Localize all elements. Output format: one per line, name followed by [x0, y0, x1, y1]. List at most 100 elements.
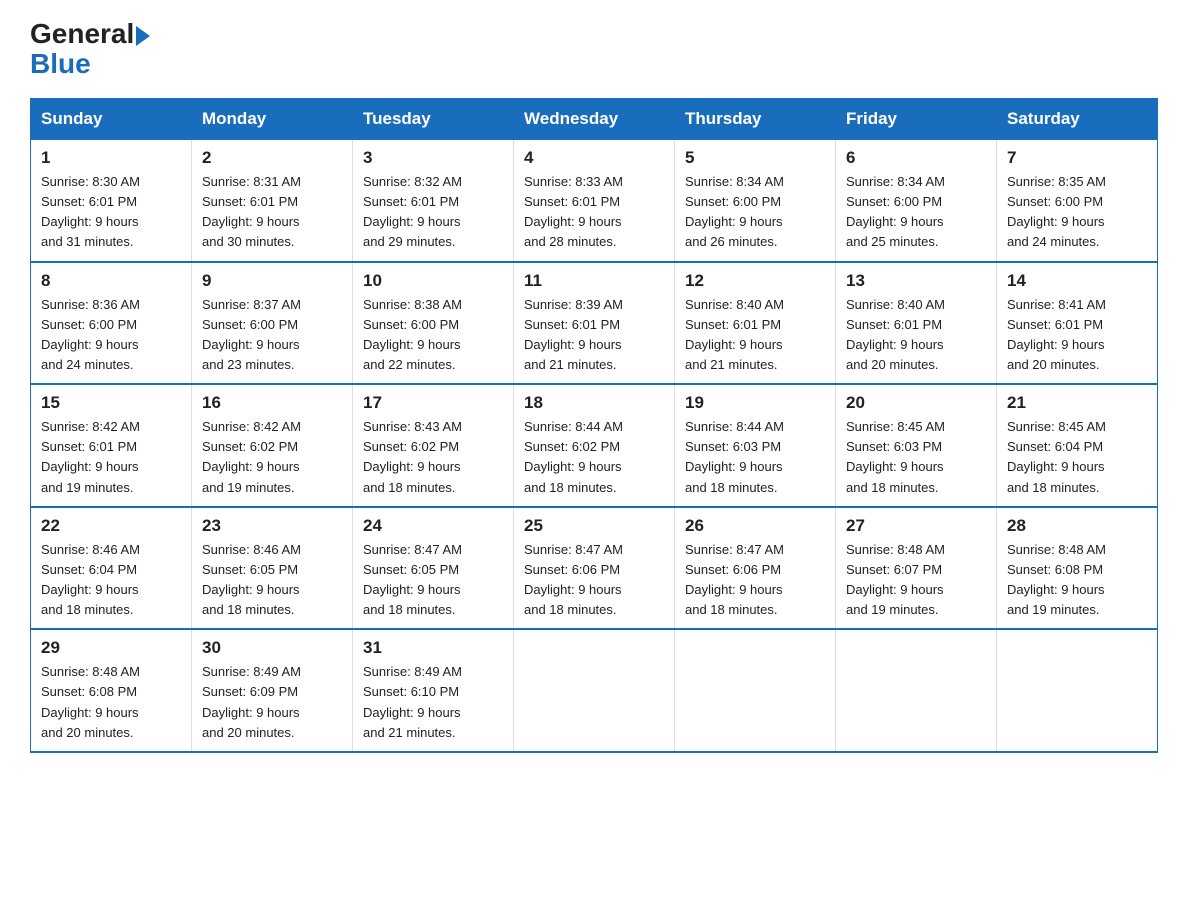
day-info: Sunrise: 8:45 AMSunset: 6:03 PMDaylight:…	[846, 417, 986, 498]
day-info: Sunrise: 8:44 AMSunset: 6:03 PMDaylight:…	[685, 417, 825, 498]
day-number: 23	[202, 516, 342, 536]
week-row-5: 29 Sunrise: 8:48 AMSunset: 6:08 PMDayligh…	[31, 629, 1158, 752]
day-cell: 22 Sunrise: 8:46 AMSunset: 6:04 PMDayligh…	[31, 507, 192, 630]
day-cell: 27 Sunrise: 8:48 AMSunset: 6:07 PMDayligh…	[836, 507, 997, 630]
day-number: 15	[41, 393, 181, 413]
day-info: Sunrise: 8:40 AMSunset: 6:01 PMDaylight:…	[685, 295, 825, 376]
day-cell: 15Sunrise: 8:42 AMSunset: 6:01 PMDayligh…	[31, 384, 192, 507]
day-number: 3	[363, 148, 503, 168]
day-info: Sunrise: 8:32 AMSunset: 6:01 PMDaylight:…	[363, 172, 503, 253]
day-info: Sunrise: 8:38 AMSunset: 6:00 PMDaylight:…	[363, 295, 503, 376]
day-number: 14	[1007, 271, 1147, 291]
day-number: 17	[363, 393, 503, 413]
day-number: 7	[1007, 148, 1147, 168]
day-cell: 16 Sunrise: 8:42 AMSunset: 6:02 PMDayligh…	[192, 384, 353, 507]
day-number: 26	[685, 516, 825, 536]
day-cell: 10Sunrise: 8:38 AMSunset: 6:00 PMDayligh…	[353, 262, 514, 385]
logo-blue: Blue	[30, 50, 91, 78]
logo-general: General	[30, 20, 150, 48]
day-info: Sunrise: 8:36 AMSunset: 6:00 PMDaylight:…	[41, 295, 181, 376]
day-info: Sunrise: 8:44 AMSunset: 6:02 PMDaylight:…	[524, 417, 664, 498]
day-info: Sunrise: 8:40 AMSunset: 6:01 PMDaylight:…	[846, 295, 986, 376]
day-number: 30	[202, 638, 342, 658]
day-cell: 18Sunrise: 8:44 AMSunset: 6:02 PMDayligh…	[514, 384, 675, 507]
day-cell: 26 Sunrise: 8:47 AMSunset: 6:06 PMDayligh…	[675, 507, 836, 630]
day-cell: 24 Sunrise: 8:47 AMSunset: 6:05 PMDayligh…	[353, 507, 514, 630]
day-number: 25	[524, 516, 664, 536]
page-header: General Blue	[30, 20, 1158, 78]
day-number: 1	[41, 148, 181, 168]
day-cell	[836, 629, 997, 752]
calendar-table: SundayMondayTuesdayWednesdayThursdayFrid…	[30, 98, 1158, 753]
day-cell: 21Sunrise: 8:45 AMSunset: 6:04 PMDayligh…	[997, 384, 1158, 507]
day-cell	[675, 629, 836, 752]
day-info: Sunrise: 8:30 AMSunset: 6:01 PMDaylight:…	[41, 172, 181, 253]
day-info: Sunrise: 8:48 AMSunset: 6:08 PMDaylight:…	[41, 662, 181, 743]
day-number: 20	[846, 393, 986, 413]
day-info: Sunrise: 8:41 AMSunset: 6:01 PMDaylight:…	[1007, 295, 1147, 376]
day-number: 12	[685, 271, 825, 291]
day-info: Sunrise: 8:47 AMSunset: 6:06 PMDaylight:…	[524, 540, 664, 621]
day-cell: 23 Sunrise: 8:46 AMSunset: 6:05 PMDayligh…	[192, 507, 353, 630]
day-number: 16	[202, 393, 342, 413]
day-cell: 3 Sunrise: 8:32 AMSunset: 6:01 PMDaylight…	[353, 140, 514, 262]
day-info: Sunrise: 8:33 AMSunset: 6:01 PMDaylight:…	[524, 172, 664, 253]
col-header-thursday: Thursday	[675, 99, 836, 140]
week-row-2: 8 Sunrise: 8:36 AMSunset: 6:00 PMDaylight…	[31, 262, 1158, 385]
day-number: 8	[41, 271, 181, 291]
day-cell: 25 Sunrise: 8:47 AMSunset: 6:06 PMDayligh…	[514, 507, 675, 630]
day-cell: 13 Sunrise: 8:40 AMSunset: 6:01 PMDayligh…	[836, 262, 997, 385]
day-info: Sunrise: 8:46 AMSunset: 6:05 PMDaylight:…	[202, 540, 342, 621]
day-number: 27	[846, 516, 986, 536]
day-info: Sunrise: 8:49 AMSunset: 6:10 PMDaylight:…	[363, 662, 503, 743]
day-cell: 14 Sunrise: 8:41 AMSunset: 6:01 PMDayligh…	[997, 262, 1158, 385]
day-info: Sunrise: 8:42 AMSunset: 6:02 PMDaylight:…	[202, 417, 342, 498]
day-cell: 19 Sunrise: 8:44 AMSunset: 6:03 PMDayligh…	[675, 384, 836, 507]
day-cell: 28Sunrise: 8:48 AMSunset: 6:08 PMDayligh…	[997, 507, 1158, 630]
calendar-header-row: SundayMondayTuesdayWednesdayThursdayFrid…	[31, 99, 1158, 140]
day-cell	[997, 629, 1158, 752]
day-number: 22	[41, 516, 181, 536]
day-number: 31	[363, 638, 503, 658]
day-number: 24	[363, 516, 503, 536]
day-info: Sunrise: 8:47 AMSunset: 6:05 PMDaylight:…	[363, 540, 503, 621]
day-number: 13	[846, 271, 986, 291]
col-header-tuesday: Tuesday	[353, 99, 514, 140]
day-cell: 29 Sunrise: 8:48 AMSunset: 6:08 PMDayligh…	[31, 629, 192, 752]
week-row-3: 15Sunrise: 8:42 AMSunset: 6:01 PMDayligh…	[31, 384, 1158, 507]
day-number: 19	[685, 393, 825, 413]
day-info: Sunrise: 8:37 AMSunset: 6:00 PMDaylight:…	[202, 295, 342, 376]
day-cell: 4 Sunrise: 8:33 AMSunset: 6:01 PMDaylight…	[514, 140, 675, 262]
day-number: 6	[846, 148, 986, 168]
day-info: Sunrise: 8:45 AMSunset: 6:04 PMDaylight:…	[1007, 417, 1147, 498]
day-info: Sunrise: 8:39 AMSunset: 6:01 PMDaylight:…	[524, 295, 664, 376]
day-cell	[514, 629, 675, 752]
day-info: Sunrise: 8:43 AMSunset: 6:02 PMDaylight:…	[363, 417, 503, 498]
week-row-1: 1 Sunrise: 8:30 AMSunset: 6:01 PMDaylight…	[31, 140, 1158, 262]
col-header-wednesday: Wednesday	[514, 99, 675, 140]
day-info: Sunrise: 8:34 AMSunset: 6:00 PMDaylight:…	[846, 172, 986, 253]
day-number: 4	[524, 148, 664, 168]
day-cell: 17 Sunrise: 8:43 AMSunset: 6:02 PMDayligh…	[353, 384, 514, 507]
day-cell: 31 Sunrise: 8:49 AMSunset: 6:10 PMDayligh…	[353, 629, 514, 752]
day-cell: 5 Sunrise: 8:34 AMSunset: 6:00 PMDaylight…	[675, 140, 836, 262]
day-number: 2	[202, 148, 342, 168]
day-info: Sunrise: 8:35 AMSunset: 6:00 PMDaylight:…	[1007, 172, 1147, 253]
logo: General Blue	[30, 20, 150, 78]
day-number: 11	[524, 271, 664, 291]
day-info: Sunrise: 8:34 AMSunset: 6:00 PMDaylight:…	[685, 172, 825, 253]
day-cell: 30 Sunrise: 8:49 AMSunset: 6:09 PMDayligh…	[192, 629, 353, 752]
week-row-4: 22 Sunrise: 8:46 AMSunset: 6:04 PMDayligh…	[31, 507, 1158, 630]
day-info: Sunrise: 8:47 AMSunset: 6:06 PMDaylight:…	[685, 540, 825, 621]
day-cell: 11 Sunrise: 8:39 AMSunset: 6:01 PMDayligh…	[514, 262, 675, 385]
day-cell: 20 Sunrise: 8:45 AMSunset: 6:03 PMDayligh…	[836, 384, 997, 507]
day-info: Sunrise: 8:46 AMSunset: 6:04 PMDaylight:…	[41, 540, 181, 621]
day-number: 9	[202, 271, 342, 291]
day-cell: 9 Sunrise: 8:37 AMSunset: 6:00 PMDaylight…	[192, 262, 353, 385]
day-cell: 7 Sunrise: 8:35 AMSunset: 6:00 PMDaylight…	[997, 140, 1158, 262]
day-info: Sunrise: 8:48 AMSunset: 6:07 PMDaylight:…	[846, 540, 986, 621]
day-info: Sunrise: 8:48 AMSunset: 6:08 PMDaylight:…	[1007, 540, 1147, 621]
day-number: 29	[41, 638, 181, 658]
day-info: Sunrise: 8:49 AMSunset: 6:09 PMDaylight:…	[202, 662, 342, 743]
day-number: 5	[685, 148, 825, 168]
